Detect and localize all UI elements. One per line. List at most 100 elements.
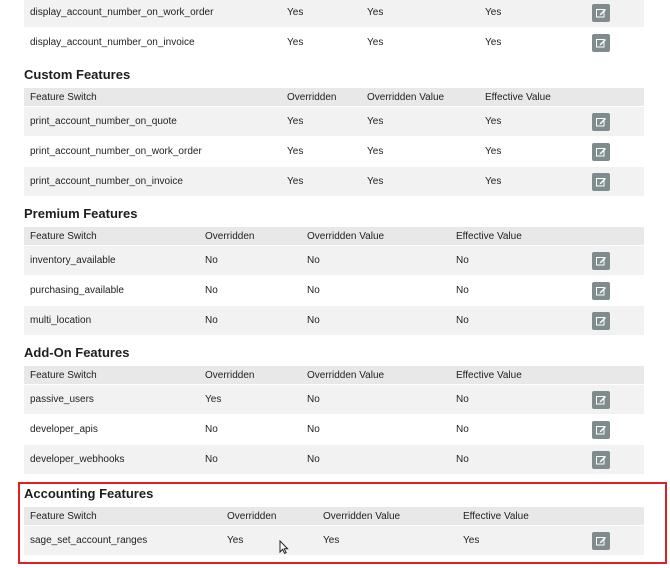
addon-features-table: Feature Switch Overridden Overridden Val… <box>24 366 644 474</box>
effective-value-cell: No <box>450 275 586 306</box>
overridden-value-cell: No <box>301 414 450 445</box>
premium-features-title: Premium Features <box>24 206 138 221</box>
addon-features-section: Add-On Features Feature Switch Overridde… <box>24 344 644 474</box>
addon-features-title: Add-On Features <box>24 345 130 360</box>
overridden-value-cell: Yes <box>361 106 479 137</box>
overridden-value-cell: No <box>301 384 450 415</box>
edit-button[interactable] <box>592 390 610 409</box>
actions-cell <box>586 525 644 555</box>
edit-button[interactable] <box>592 112 610 131</box>
col-actions <box>586 366 644 385</box>
effective-value-cell: Yes <box>457 525 586 555</box>
col-actions <box>586 88 644 107</box>
edit-button[interactable] <box>592 33 610 52</box>
table-header-row: Feature Switch Overridden Overridden Val… <box>24 227 644 246</box>
edit-button[interactable] <box>592 281 610 300</box>
col-feature-switch: Feature Switch <box>24 507 221 526</box>
feature-switch-cell: purchasing_available <box>24 275 199 306</box>
feature-switch-cell: developer_webhooks <box>24 444 199 474</box>
actions-cell <box>586 275 644 306</box>
edit-button[interactable] <box>592 251 610 270</box>
overridden-cell: No <box>199 245 301 276</box>
edit-button[interactable] <box>592 3 610 22</box>
col-feature-switch: Feature Switch <box>24 227 199 246</box>
overridden-value-cell: No <box>301 245 450 276</box>
custom-features-section: Custom Features Feature Switch Overridde… <box>24 66 644 196</box>
table-row: developer_apis No No No <box>24 414 644 445</box>
overridden-cell: Yes <box>281 166 361 196</box>
overridden-cell: Yes <box>281 106 361 137</box>
actions-cell <box>586 106 644 137</box>
overridden-cell: No <box>199 305 301 335</box>
actions-cell <box>586 166 644 196</box>
effective-value-cell: No <box>450 444 586 474</box>
effective-value-cell: No <box>450 245 586 276</box>
mouse-cursor-icon <box>279 539 289 559</box>
col-feature-switch: Feature Switch <box>24 366 199 385</box>
overridden-cell: Yes <box>199 384 301 415</box>
col-overridden-value: Overridden Value <box>301 227 450 246</box>
table-row: multi_location No No No <box>24 305 644 335</box>
feature-switch-cell: print_account_number_on_work_order <box>24 136 281 167</box>
table-row: print_account_number_on_work_order Yes Yes… <box>24 136 644 167</box>
edit-button[interactable] <box>592 420 610 439</box>
overridden-cell: Yes <box>281 0 361 28</box>
edit-button[interactable] <box>592 172 610 191</box>
actions-cell <box>586 414 644 445</box>
col-actions <box>586 507 644 526</box>
custom-features-title: Custom Features <box>24 67 131 82</box>
feature-switches-page: display_account_number_on_work_order Yes Y… <box>0 0 670 568</box>
edit-button[interactable] <box>592 531 610 550</box>
table-header-row: Feature Switch Overridden Overridden Val… <box>24 366 644 385</box>
actions-cell <box>586 444 644 474</box>
feature-switch-cell: multi_location <box>24 305 199 335</box>
feature-switch-cell: print_account_number_on_invoice <box>24 166 281 196</box>
table-row: display_account_number_on_invoice Yes Yes Y… <box>24 27 644 57</box>
previous-feature-table: display_account_number_on_work_order Yes Y… <box>24 0 644 57</box>
feature-switch-cell: display_account_number_on_invoice <box>24 27 281 57</box>
edit-button[interactable] <box>592 142 610 161</box>
effective-value-cell: Yes <box>479 136 586 167</box>
edit-button[interactable] <box>592 311 610 330</box>
col-overridden: Overridden <box>199 366 301 385</box>
feature-switch-cell: inventory_available <box>24 245 199 276</box>
col-overridden: Overridden <box>199 227 301 246</box>
overridden-value-cell: Yes <box>361 166 479 196</box>
feature-switch-cell: passive_users <box>24 384 199 415</box>
col-overridden-value: Overridden Value <box>317 507 457 526</box>
col-feature-switch: Feature Switch <box>24 88 281 107</box>
effective-value-cell: No <box>450 414 586 445</box>
overridden-cell: Yes <box>221 525 317 555</box>
table-header-row: Feature Switch Overridden Overridden Val… <box>24 88 644 107</box>
overridden-value-cell: Yes <box>361 0 479 28</box>
accounting-features-title: Accounting Features <box>24 486 154 501</box>
effective-value-cell: Yes <box>479 0 586 28</box>
actions-cell <box>586 27 644 57</box>
col-effective-value: Effective Value <box>457 507 586 526</box>
effective-value-cell: Yes <box>479 106 586 137</box>
table-header-row: Feature Switch Overridden Overridden Val… <box>24 507 644 526</box>
actions-cell <box>586 136 644 167</box>
premium-features-table: Feature Switch Overridden Overridden Val… <box>24 227 644 335</box>
col-actions <box>586 227 644 246</box>
effective-value-cell: No <box>450 305 586 335</box>
table-row: sage_set_account_ranges Yes Yes Yes <box>24 525 644 555</box>
custom-features-table: Feature Switch Overridden Overridden Val… <box>24 88 644 196</box>
feature-switch-cell: developer_apis <box>24 414 199 445</box>
feature-switch-cell: display_account_number_on_work_order <box>24 0 281 28</box>
overridden-cell: No <box>199 275 301 306</box>
edit-button[interactable] <box>592 450 610 469</box>
col-overridden: Overridden <box>281 88 361 107</box>
overridden-value-cell: No <box>301 275 450 306</box>
table-row: print_account_number_on_invoice Yes Yes Yes <box>24 166 644 196</box>
accounting-features-section: Accounting Features Feature Switch Overr… <box>24 485 644 555</box>
effective-value-cell: Yes <box>479 166 586 196</box>
table-row: print_account_number_on_quote Yes Yes Yes <box>24 106 644 137</box>
overridden-cell: No <box>199 414 301 445</box>
col-overridden-value: Overridden Value <box>301 366 450 385</box>
overridden-cell: No <box>199 444 301 474</box>
overridden-value-cell: Yes <box>361 136 479 167</box>
premium-features-section: Premium Features Feature Switch Overridd… <box>24 205 644 335</box>
table-row: developer_webhooks No No No <box>24 444 644 474</box>
overridden-value-cell: Yes <box>317 525 457 555</box>
